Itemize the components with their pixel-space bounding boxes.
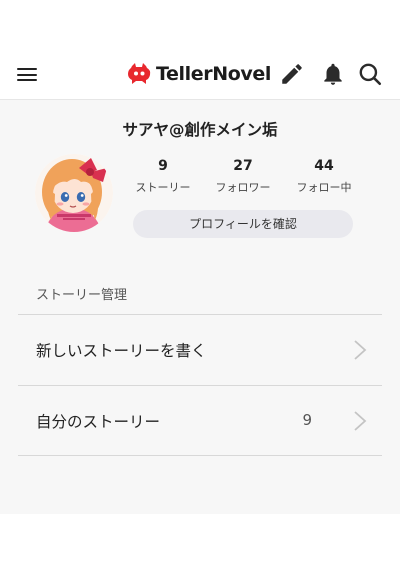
stat-followers[interactable]: 27 フォロワー [208,157,278,195]
stat-stories-label: ストーリー [135,181,191,194]
stat-following[interactable]: 44 フォロー中 [289,157,359,195]
my-stories-row[interactable]: 自分のストーリー 9 [18,385,382,456]
stat-following-label: フォロー中 [296,181,352,194]
section-title: ストーリー管理 [36,288,128,303]
tellernovel-logo-icon [128,63,151,84]
row-label: 新しいストーリーを書く [36,342,207,360]
chevron-right-icon [354,340,367,360]
profile-username: サアヤ@創作メイン垢 [122,121,278,139]
stat-following-count: 44 [314,158,334,174]
avatar-illustration [35,154,113,232]
search-icon[interactable] [357,61,383,87]
hamburger-menu-icon[interactable] [14,62,42,86]
brand-logo[interactable]: TellerNovel [127,60,271,88]
stat-followers-label: フォロワー [215,181,271,194]
row-label: 自分のストーリー [36,413,161,431]
my-stories-count: 9 [302,411,312,429]
stat-stories[interactable]: 9 ストーリー [128,157,198,195]
view-profile-button[interactable]: プロフィールを確認 [133,210,353,238]
pencil-icon[interactable] [279,61,305,87]
chevron-right-icon [354,411,367,431]
app-header: TellerNovel [0,48,400,100]
avatar[interactable] [35,154,113,232]
mypage-content: サアヤ@創作メイン垢 9 ストーリー 27 フォロワー 44 フォロー中 プロフ… [0,100,400,514]
brand-name: TellerNovel [156,63,271,85]
stat-stories-count: 9 [158,158,168,174]
bell-icon[interactable] [320,61,346,87]
write-new-story-row[interactable]: 新しいストーリーを書く [18,314,382,385]
stat-followers-count: 27 [233,158,253,174]
